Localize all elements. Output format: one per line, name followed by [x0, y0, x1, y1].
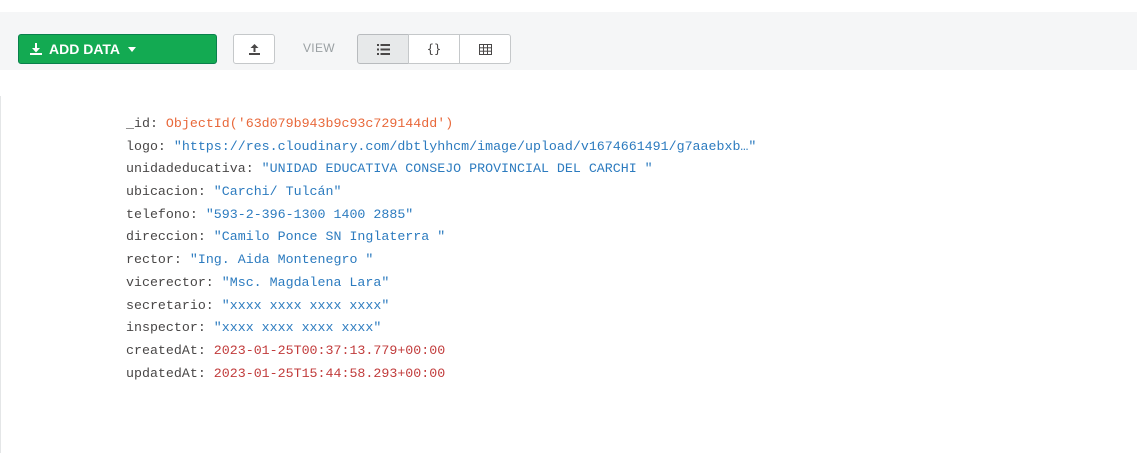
field-row-ubicacion: ubicacion: "Carchi/ Tulcán" — [126, 184, 342, 200]
field-key: updatedAt — [126, 365, 198, 381]
list-icon — [376, 43, 390, 55]
json-view-button[interactable]: {} — [408, 34, 460, 64]
field-key: createdAt — [126, 342, 198, 358]
field-key: telefono — [126, 206, 190, 222]
export-button[interactable] — [233, 34, 275, 64]
field-row-rector: rector: "Ing. Aida Montenegro " — [126, 252, 374, 268]
field-key: _id — [126, 116, 150, 131]
caret-down-icon — [128, 46, 137, 52]
add-data-button[interactable]: ADD DATA — [18, 34, 217, 64]
field-key: vicerector — [126, 274, 206, 290]
field-key: direccion — [126, 229, 198, 245]
document-fields: _id: ObjectId('63d079b943b9c93c729144dd'… — [126, 113, 756, 385]
upload-icon — [248, 43, 260, 55]
field-key: ubicacion — [126, 184, 198, 200]
field-row-inspector: inspector: "xxxx xxxx xxxx xxxx" — [126, 320, 382, 336]
toolbar: ADD DATA VIEW {} — [0, 0, 1137, 96]
field-row-updatedat: updatedAt: 2023-01-25T15:44:58.293+00:00 — [126, 365, 446, 381]
table-view-button[interactable] — [459, 34, 511, 64]
view-label: VIEW — [303, 41, 335, 55]
field-row-id: _id: ObjectId('63d079b943b9c93c729144dd'… — [126, 116, 454, 131]
field-value: 2023-01-25T15:44:58.293+00:00 — [213, 365, 446, 381]
field-value: "Camilo Ponce SN Inglaterra " — [213, 229, 446, 245]
field-row-vicerector: vicerector: "Msc. Magdalena Lara" — [126, 274, 390, 290]
field-key: unidadeducativa — [126, 161, 246, 177]
field-value: "Msc. Magdalena Lara" — [221, 274, 390, 290]
view-toggle-group: {} — [357, 34, 511, 64]
field-row-unidadeducativa: unidadeducativa: "UNIDAD EDUCATIVA CONSE… — [126, 161, 653, 177]
list-view-button[interactable] — [357, 34, 409, 64]
field-value: "xxxx xxxx xxxx xxxx" — [213, 320, 382, 336]
field-key: logo — [126, 138, 158, 154]
field-row-secretario: secretario: "xxxx xxxx xxxx xxxx" — [126, 297, 390, 313]
document-card: _id: ObjectId('63d079b943b9c93c729144dd'… — [0, 96, 1137, 453]
field-value: "https://res.cloudinary.com/dbtlyhhcm/im… — [173, 138, 757, 154]
field-value: "Carchi/ Tulcán" — [213, 184, 342, 200]
field-key: inspector — [126, 320, 198, 336]
field-row-telefono: telefono: "593-2-396-1300 1400 2885" — [126, 206, 414, 222]
download-icon — [30, 43, 42, 55]
field-value: "593-2-396-1300 1400 2885" — [205, 206, 414, 222]
field-row-direccion: direccion: "Camilo Ponce SN Inglaterra " — [126, 229, 446, 245]
field-value: "xxxx xxxx xxxx xxxx" — [221, 297, 390, 313]
add-data-label: ADD DATA — [49, 41, 121, 57]
field-row-createdat: createdAt: 2023-01-25T00:37:13.779+00:00 — [126, 342, 446, 358]
braces-icon: {} — [426, 42, 442, 56]
field-value: 2023-01-25T00:37:13.779+00:00 — [213, 342, 446, 358]
table-icon — [478, 43, 492, 55]
field-key: rector — [126, 252, 174, 268]
field-value: "UNIDAD EDUCATIVA CONSEJO PROVINCIAL DEL… — [261, 161, 653, 177]
field-value: ObjectId('63d079b943b9c93c729144dd') — [165, 116, 454, 131]
field-value: "Ing. Aida Montenegro " — [189, 252, 374, 268]
field-row-logo: logo: "https://res.cloudinary.com/dbtlyh… — [126, 138, 757, 154]
field-key: secretario — [126, 297, 206, 313]
